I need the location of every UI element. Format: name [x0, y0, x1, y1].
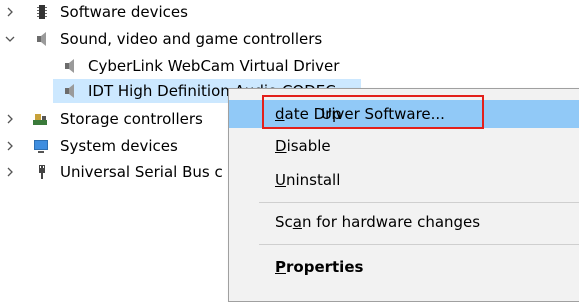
menu-accel: U — [275, 171, 286, 189]
tree-item-label: Sound, video and game controllers — [60, 30, 323, 48]
menu-item-scan-hardware[interactable]: Scan for hardware changes — [229, 208, 579, 236]
menu-item-disable[interactable]: Disable — [229, 132, 579, 160]
tree-item-label: Storage controllers — [60, 110, 203, 128]
menu-item-uninstall[interactable]: Uninstall — [229, 166, 579, 194]
monitor-icon — [34, 140, 48, 153]
speaker-icon — [37, 32, 46, 46]
chevron-right-icon[interactable] — [4, 108, 16, 130]
chevron-right-icon[interactable] — [4, 1, 16, 23]
speaker-icon — [65, 59, 74, 73]
menu-text: isable — [286, 137, 331, 155]
tree-item-label: System devices — [60, 137, 178, 155]
tree-item-storage-controllers[interactable]: Storage controllers — [0, 108, 230, 130]
tree-item-label: CyberLink WebCam Virtual Driver — [88, 57, 340, 75]
tree-item-cyberlink-webcam[interactable]: CyberLink WebCam Virtual Driver — [0, 55, 360, 77]
menu-accel: a — [292, 213, 302, 231]
tree-item-sound-video-game[interactable]: Sound, video and game controllers — [0, 28, 360, 50]
tree-item-software-devices[interactable]: Software devices — [0, 1, 230, 23]
chevron-right-icon[interactable] — [4, 161, 16, 183]
storage-controller-icon — [33, 114, 47, 125]
chip-icon — [37, 5, 47, 19]
menu-text: n for hardware changes — [301, 213, 481, 231]
chevron-right-icon[interactable] — [4, 135, 16, 157]
menu-accel: P — [275, 258, 286, 276]
menu-item-properties[interactable]: Properties — [229, 253, 579, 281]
menu-text: Sc — [275, 213, 293, 231]
speaker-icon — [65, 84, 74, 98]
tree-item-usb-controllers[interactable]: Universal Serial Bus c — [0, 161, 230, 183]
menu-text: ninstall — [285, 171, 341, 189]
highlight-annotation-box — [262, 95, 484, 129]
tree-item-system-devices[interactable]: System devices — [0, 135, 230, 157]
menu-separator — [259, 244, 579, 245]
menu-accel: D — [275, 137, 287, 155]
menu-separator — [259, 202, 579, 203]
tree-item-label: Software devices — [60, 3, 188, 21]
tree-item-label: Universal Serial Bus c — [60, 163, 223, 181]
usb-icon — [39, 165, 45, 179]
chevron-down-icon[interactable] — [4, 28, 16, 50]
menu-text: roperties — [286, 258, 364, 276]
